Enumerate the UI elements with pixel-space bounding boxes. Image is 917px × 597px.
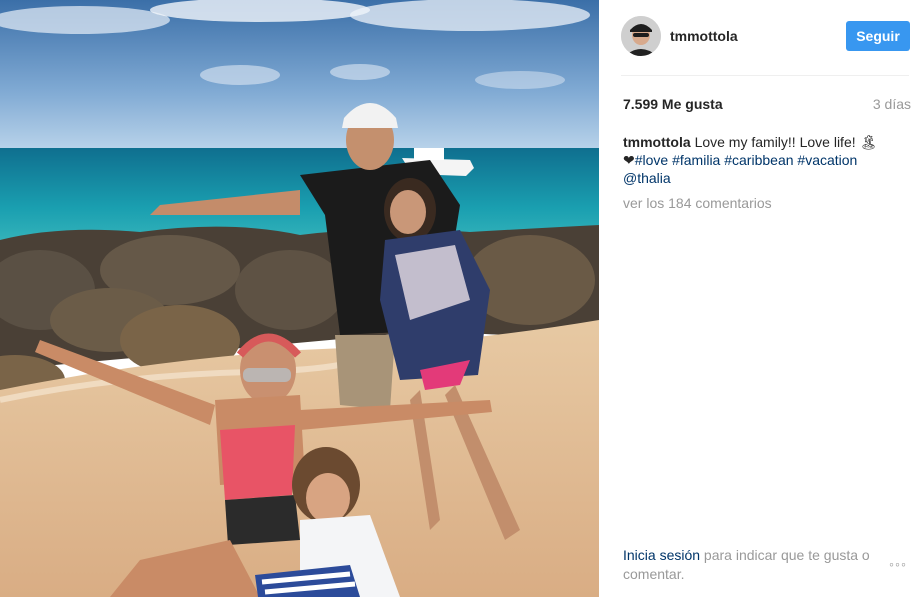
post-photo[interactable]	[0, 0, 599, 597]
hashtag-love[interactable]: #love	[635, 152, 668, 168]
caption-username[interactable]: tmmottola	[623, 134, 691, 150]
follow-button[interactable]: Seguir	[846, 21, 910, 51]
post-caption: tmmottola Love my family!! Love life! 🏝 …	[623, 133, 907, 187]
beach-family-photo	[0, 0, 599, 597]
instagram-post: tmmottola Seguir 7.599 Me gusta 3 días t…	[0, 0, 917, 597]
login-prompt: Inicia sesión para indicar que te gusta …	[623, 546, 885, 584]
likes-count[interactable]: 7.599 Me gusta	[623, 96, 723, 112]
hashtag-caribbean[interactable]: #caribbean	[724, 152, 793, 168]
heart-icon: ❤	[623, 152, 635, 168]
username-link[interactable]: tmmottola	[670, 28, 738, 44]
hashtag-vacation[interactable]: #vacation	[797, 152, 857, 168]
caption-text: Love my family!! Love life! 🏝	[694, 134, 878, 150]
avatar[interactable]	[621, 16, 661, 56]
view-comments-link[interactable]: ver los 184 comentarios	[623, 195, 772, 211]
more-options-icon[interactable]: ◦◦◦	[885, 556, 911, 572]
header-divider	[621, 75, 909, 76]
hashtag-familia[interactable]: #familia	[672, 152, 720, 168]
mention-thalia[interactable]: @thalia	[623, 170, 671, 186]
login-link[interactable]: Inicia sesión	[623, 547, 700, 563]
post-header: tmmottola Seguir	[599, 0, 917, 75]
post-time[interactable]: 3 días	[873, 96, 911, 112]
post-side-panel: tmmottola Seguir 7.599 Me gusta 3 días t…	[599, 0, 917, 597]
post-meta: 7.599 Me gusta 3 días	[623, 96, 911, 114]
avatar-image	[621, 16, 661, 56]
